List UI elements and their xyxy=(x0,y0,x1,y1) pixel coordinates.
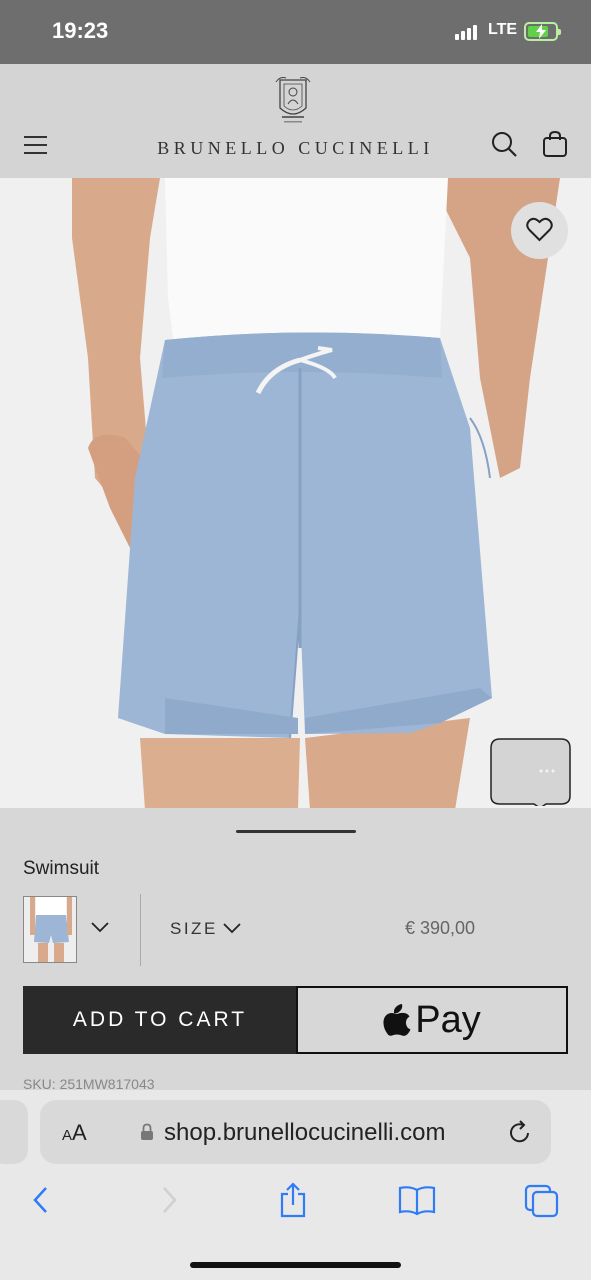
search-icon[interactable] xyxy=(490,130,518,158)
product-sku: SKU: 251MW817043 xyxy=(23,1076,155,1090)
size-selector[interactable]: SIZE xyxy=(170,919,218,939)
lock-icon xyxy=(141,1123,153,1140)
apple-pay-label: Pay xyxy=(415,998,481,1041)
product-name: Swimsuit xyxy=(23,858,100,879)
browser-toolbar: AA shop.brunellocucinelli.com xyxy=(0,1090,591,1280)
reload-icon[interactable] xyxy=(508,1120,532,1146)
product-sheet: Swimsuit SIZE € 390,00 ADD TO CART Pay S… xyxy=(0,808,591,1090)
previous-tab-preview[interactable] xyxy=(0,1100,28,1164)
tabs-icon[interactable] xyxy=(524,1182,560,1218)
address-bar[interactable]: AA shop.brunellocucinelli.com xyxy=(40,1100,551,1164)
share-icon[interactable] xyxy=(278,1182,308,1218)
apple-logo-icon xyxy=(383,1004,411,1036)
favorite-button[interactable] xyxy=(511,202,568,259)
size-chevron-down-icon[interactable] xyxy=(222,921,242,935)
variant-thumbnail[interactable] xyxy=(23,896,77,963)
add-to-cart-button[interactable]: ADD TO CART xyxy=(23,986,297,1054)
signal-strength-icon xyxy=(455,24,483,40)
charging-bolt-icon xyxy=(536,24,546,39)
forward-icon[interactable] xyxy=(158,1182,180,1218)
status-bar: 19:23 LTE xyxy=(0,0,591,64)
bookmarks-icon[interactable] xyxy=(398,1182,436,1218)
product-price: € 390,00 xyxy=(405,918,476,938)
product-photo xyxy=(72,178,560,810)
home-indicator xyxy=(190,1262,401,1268)
heart-icon xyxy=(526,217,553,242)
text-size-button[interactable]: AA xyxy=(62,1120,87,1146)
brand-emblem-logo[interactable] xyxy=(274,74,312,130)
thumbnail-image xyxy=(24,897,76,962)
shopping-bag-icon[interactable] xyxy=(542,130,568,158)
chat-support-icon[interactable] xyxy=(490,738,571,806)
divider xyxy=(140,894,141,966)
sheet-drag-handle[interactable] xyxy=(236,830,356,833)
product-image[interactable] xyxy=(0,178,591,810)
network-type: LTE xyxy=(488,21,518,38)
status-time: 19:23 xyxy=(52,18,109,43)
back-icon[interactable] xyxy=(30,1182,52,1218)
url-text[interactable]: shop.brunellocucinelli.com xyxy=(164,1119,445,1147)
variant-chevron-down-icon[interactable] xyxy=(90,920,110,934)
apple-pay-button[interactable]: Pay xyxy=(296,986,568,1054)
site-header: BRUNELLO CUCINELLI xyxy=(0,64,591,178)
battery-icon xyxy=(524,22,561,41)
